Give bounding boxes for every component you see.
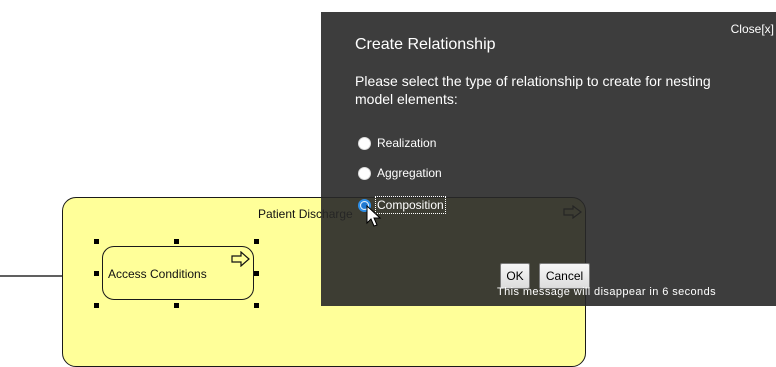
option-aggregation[interactable]: Aggregation — [358, 164, 442, 182]
mouse-pointer-icon — [366, 205, 382, 227]
subprocess-arrow-icon — [231, 251, 250, 267]
option-label: Composition — [375, 196, 446, 214]
activity-label: Access Conditions — [108, 267, 207, 281]
resize-handle[interactable] — [254, 239, 259, 244]
dialog-title: Create Relationship — [355, 36, 496, 53]
radio-button[interactable] — [358, 136, 371, 150]
radio-button[interactable] — [358, 166, 371, 180]
option-label: Realization — [377, 136, 437, 150]
resize-handle[interactable] — [94, 303, 99, 308]
countdown-message: This message will disappear in 6 seconds — [497, 286, 716, 298]
close-link[interactable]: Close[x] — [731, 22, 774, 36]
option-label: Aggregation — [377, 166, 442, 180]
resize-handle[interactable] — [254, 271, 259, 276]
dialog-message: Please select the type of relationship t… — [355, 73, 711, 107]
resize-handle[interactable] — [254, 303, 259, 308]
resize-handle[interactable] — [174, 303, 179, 308]
option-realization[interactable]: Realization — [358, 134, 436, 152]
resize-handle[interactable] — [94, 239, 99, 244]
resize-handle[interactable] — [94, 271, 99, 276]
create-relationship-dialog: Close[x] Create Relationship Please sele… — [321, 12, 776, 306]
resize-handle[interactable] — [174, 239, 179, 244]
